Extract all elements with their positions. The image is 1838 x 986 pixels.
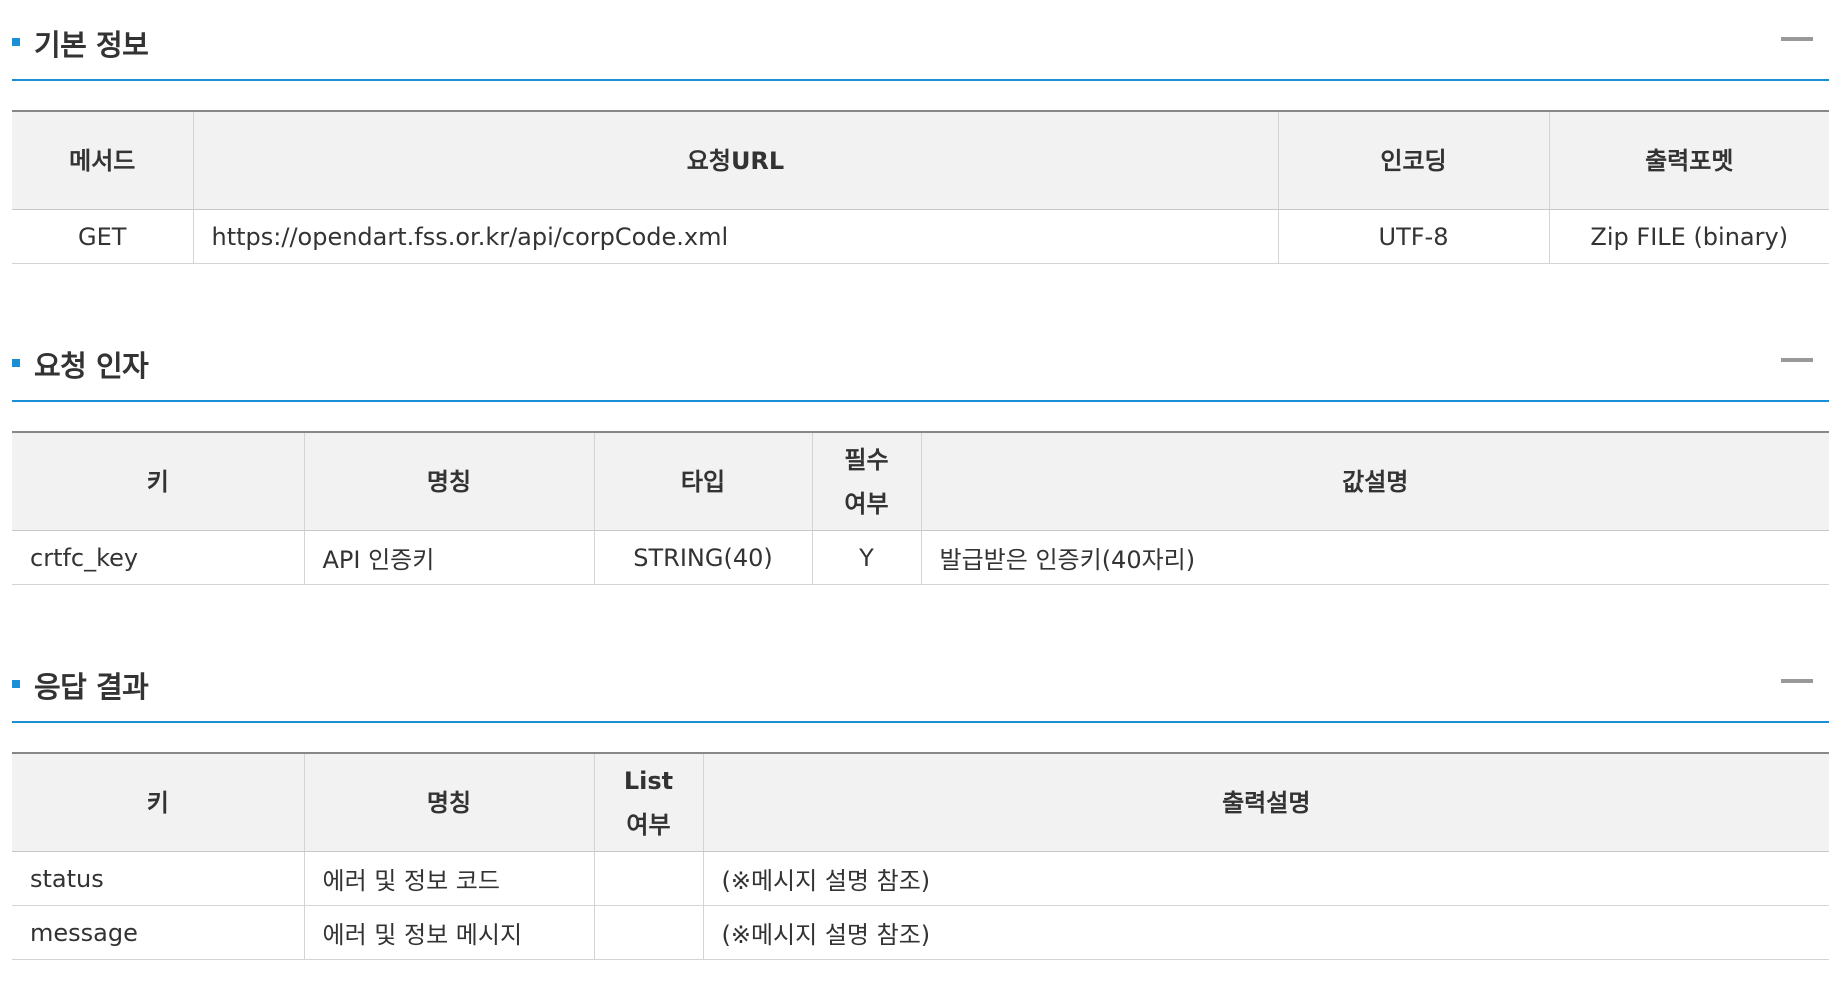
list-header-line-2: 여부 bbox=[626, 810, 671, 839]
method-cell: GET bbox=[12, 209, 193, 264]
column-header-request-url: 요청URL bbox=[192, 111, 1278, 210]
response-result-title: 응답 결과 bbox=[34, 670, 149, 704]
list-cell bbox=[593, 905, 703, 960]
column-header-required: 필수 여부 bbox=[811, 432, 921, 531]
output-description-cell: (※메시지 설명 참조) bbox=[702, 851, 1829, 906]
request-params-section: 요청 인자 키 명칭 타입 필수 여부 값설명 crtfc_key API 인증… bbox=[12, 321, 1829, 585]
name-cell: 에러 및 정보 메시지 bbox=[303, 905, 594, 960]
request-params-header: 요청 인자 bbox=[12, 321, 1829, 402]
basic-info-header: 기본 정보 bbox=[12, 0, 1829, 81]
key-cell: crtfc_key bbox=[12, 530, 304, 585]
table-row: GET https://opendart.fss.or.kr/api/corpC… bbox=[12, 209, 1829, 264]
column-header-key: 키 bbox=[12, 753, 304, 852]
column-header-key: 키 bbox=[12, 432, 304, 531]
api-spec-page: 기본 정보 메서드 요청URL 인코딩 출력포멧 GET https://ope… bbox=[0, 0, 1838, 986]
required-cell: Y bbox=[811, 530, 921, 585]
value-description-cell: 발급받은 인증키(40자리) bbox=[920, 530, 1829, 585]
column-header-name: 명칭 bbox=[303, 432, 594, 531]
square-bullet-icon bbox=[12, 680, 20, 688]
column-header-list: List 여부 bbox=[593, 753, 703, 852]
basic-info-title: 기본 정보 bbox=[34, 28, 149, 62]
request-params-title: 요청 인자 bbox=[34, 349, 149, 383]
list-header-line-1: List bbox=[623, 766, 674, 795]
minus-icon bbox=[1781, 358, 1813, 362]
request-params-collapse-button[interactable] bbox=[1781, 351, 1813, 371]
table-header-row: 메서드 요청URL 인코딩 출력포멧 bbox=[12, 111, 1829, 210]
table-row: crtfc_key API 인증키 STRING(40) Y 발급받은 인증키(… bbox=[12, 530, 1829, 585]
basic-info-table: 메서드 요청URL 인코딩 출력포멧 GET https://opendart.… bbox=[12, 110, 1829, 264]
square-bullet-icon bbox=[12, 38, 20, 46]
column-header-method: 메서드 bbox=[12, 111, 193, 210]
required-header-line-2: 여부 bbox=[844, 489, 889, 518]
output-format-cell: Zip FILE (binary) bbox=[1548, 209, 1829, 264]
response-result-section: 응답 결과 키 명칭 List 여부 출력설명 status 에러 및 정보 코… bbox=[12, 642, 1829, 960]
response-result-collapse-button[interactable] bbox=[1781, 672, 1813, 692]
column-header-value-description: 값설명 bbox=[920, 432, 1829, 531]
encoding-cell: UTF-8 bbox=[1277, 209, 1549, 264]
column-header-name: 명칭 bbox=[303, 753, 594, 852]
output-description-cell: (※메시지 설명 참조) bbox=[702, 905, 1829, 960]
name-cell: 에러 및 정보 코드 bbox=[303, 851, 594, 906]
name-cell: API 인증키 bbox=[303, 530, 594, 585]
column-header-type: 타입 bbox=[593, 432, 812, 531]
table-row: status 에러 및 정보 코드 (※메시지 설명 참조) bbox=[12, 851, 1829, 906]
key-cell: message bbox=[12, 905, 304, 960]
minus-icon bbox=[1781, 679, 1813, 683]
response-result-header: 응답 결과 bbox=[12, 642, 1829, 723]
type-cell: STRING(40) bbox=[593, 530, 812, 585]
table-header-row: 키 명칭 List 여부 출력설명 bbox=[12, 753, 1829, 852]
basic-info-collapse-button[interactable] bbox=[1781, 30, 1813, 50]
response-result-table: 키 명칭 List 여부 출력설명 status 에러 및 정보 코드 (※메시… bbox=[12, 752, 1829, 960]
request-params-table: 키 명칭 타입 필수 여부 값설명 crtfc_key API 인증키 STRI… bbox=[12, 431, 1829, 585]
minus-icon bbox=[1781, 37, 1813, 41]
required-header-line-1: 필수 bbox=[844, 445, 889, 474]
basic-info-section: 기본 정보 메서드 요청URL 인코딩 출력포멧 GET https://ope… bbox=[12, 0, 1829, 264]
square-bullet-icon bbox=[12, 359, 20, 367]
column-header-output-format: 출력포멧 bbox=[1548, 111, 1829, 210]
column-header-encoding: 인코딩 bbox=[1277, 111, 1549, 210]
request-url-cell: https://opendart.fss.or.kr/api/corpCode.… bbox=[192, 209, 1278, 264]
table-header-row: 키 명칭 타입 필수 여부 값설명 bbox=[12, 432, 1829, 531]
column-header-output-description: 출력설명 bbox=[702, 753, 1829, 852]
list-cell bbox=[593, 851, 703, 906]
table-row: message 에러 및 정보 메시지 (※메시지 설명 참조) bbox=[12, 905, 1829, 960]
key-cell: status bbox=[12, 851, 304, 906]
